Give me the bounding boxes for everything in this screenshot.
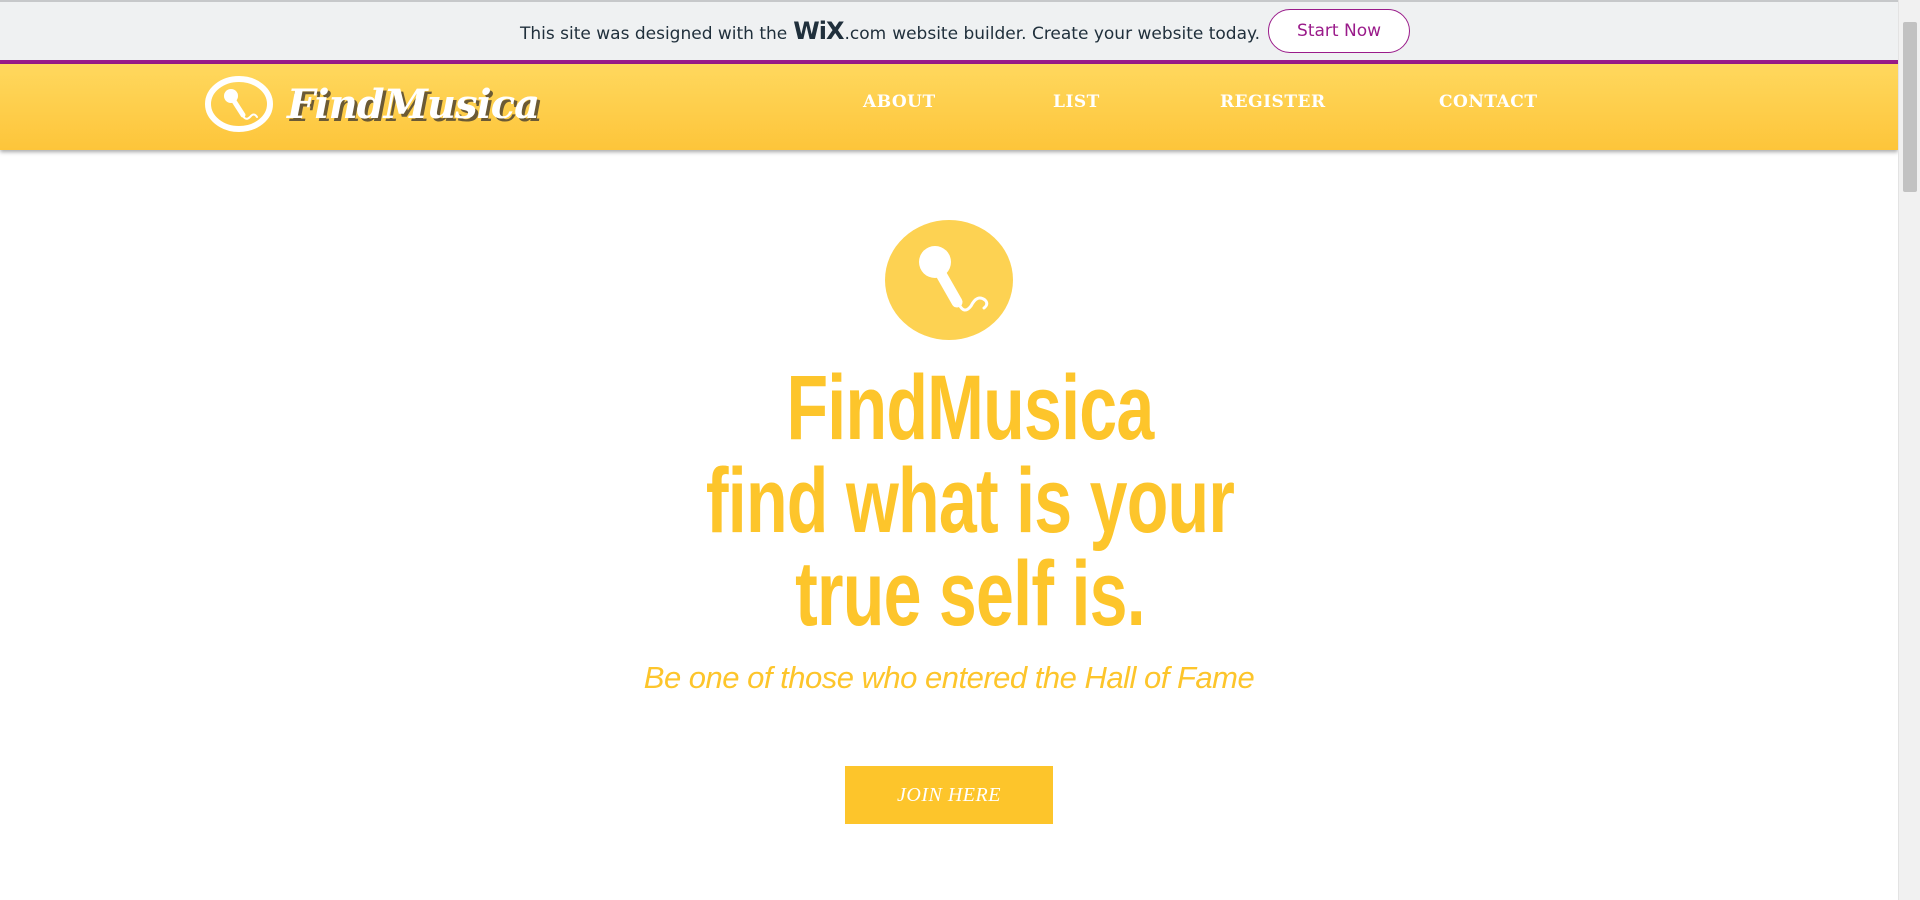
wix-banner-text-before: This site was designed with the [520, 24, 788, 44]
wix-banner-text: This site was designed with the WiX .com… [520, 17, 1260, 45]
start-now-button[interactable]: Start Now [1268, 9, 1411, 53]
hero-title-line: find what is your [705, 450, 1235, 552]
wix-banner: This site was designed with the WiX .com… [0, 0, 1898, 60]
microphone-icon [885, 220, 1013, 340]
logo-text: FindMusica [287, 80, 540, 128]
site-header: FindMusica ABOUT LIST REGISTER CONTACT [0, 64, 1898, 150]
page: This site was designed with the WiX .com… [0, 0, 1920, 900]
wix-logo[interactable]: WiX [793, 17, 844, 45]
wix-banner-text-after: website builder. Create your website tod… [892, 24, 1261, 44]
wix-dotcom: .com [844, 24, 887, 44]
hero-title: FindMusica find what is your true self i… [667, 362, 1274, 641]
nav-contact[interactable]: CONTACT [1439, 92, 1537, 112]
nav-register[interactable]: REGISTER [1220, 92, 1326, 112]
hero-subtitle: Be one of those who entered the Hall of … [643, 660, 1255, 695]
nav-about[interactable]: ABOUT [863, 92, 936, 112]
site-logo[interactable]: FindMusica [203, 74, 540, 134]
wix-banner-content: This site was designed with the WiX .com… [520, 8, 1411, 54]
microphone-icon [205, 76, 273, 132]
hero-title-line: FindMusica [786, 357, 1154, 459]
hero-title-line: true self is. [795, 543, 1146, 645]
page-scrollbar[interactable] [1898, 0, 1920, 900]
nav-list[interactable]: LIST [1053, 92, 1100, 112]
join-here-button[interactable]: JOIN HERE [845, 766, 1053, 824]
scrollbar-thumb[interactable] [1903, 22, 1917, 192]
